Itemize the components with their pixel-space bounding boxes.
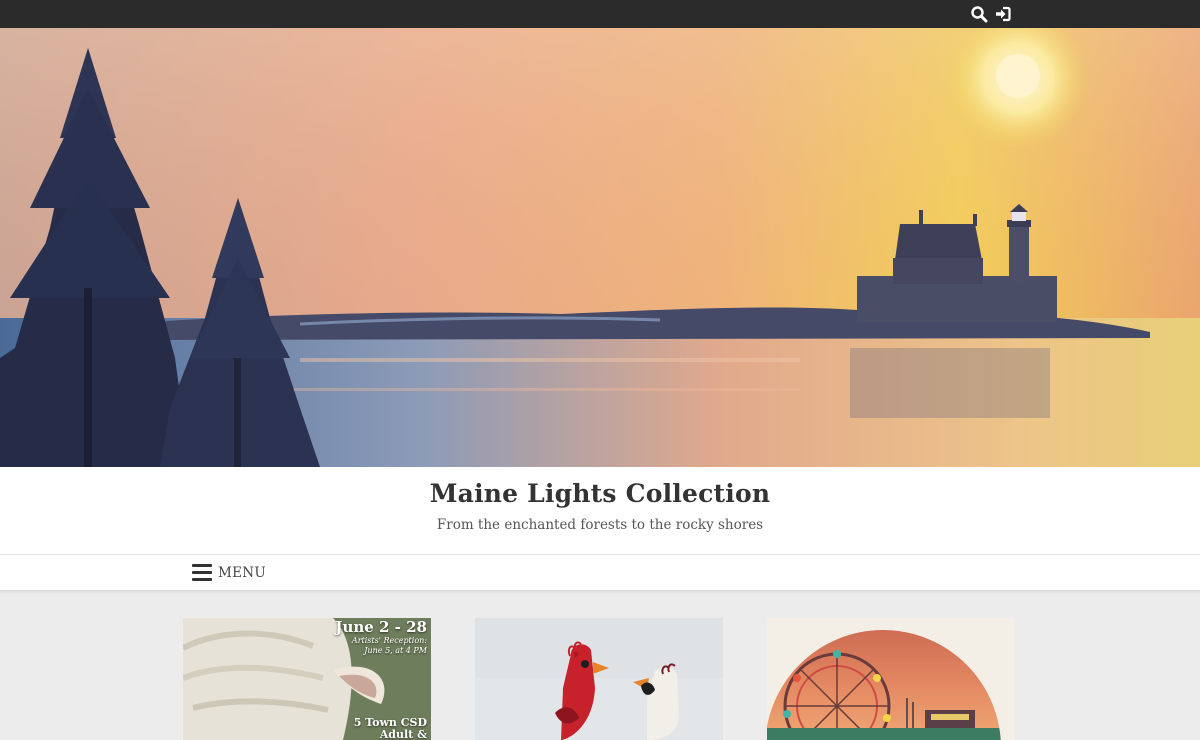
featured-posts: June 2 - 28 Artists' Reception: June 5, … xyxy=(0,618,1200,740)
site-description: From the enchanted forests to the rocky … xyxy=(436,517,764,533)
sign-in-icon[interactable] xyxy=(994,5,1012,23)
header-image[interactable] xyxy=(0,28,1200,467)
poster-show-line-2: Adult & xyxy=(379,728,427,740)
hero-painting xyxy=(0,28,1200,467)
site-branding: Maine Lights Collection From the enchant… xyxy=(0,467,1200,554)
poster-show-title: 5 Town CSD Adult & xyxy=(354,717,427,740)
featured-post-thumbnail-1[interactable]: June 2 - 28 Artists' Reception: June 5, … xyxy=(183,618,431,740)
featured-post-thumbnail-2[interactable] xyxy=(475,618,723,740)
ferris-wheel-image xyxy=(767,618,1015,740)
poster-reception: Artists' Reception: June 5, at 4 PM xyxy=(352,636,427,656)
menu-label: MENU xyxy=(218,564,267,581)
primary-navigation: MENU xyxy=(0,554,1200,591)
featured-post-thumbnail-3[interactable] xyxy=(767,618,1015,740)
hamburger-icon xyxy=(192,564,212,581)
top-bar-icons xyxy=(970,5,1012,23)
menu-toggle-button[interactable]: MENU xyxy=(192,564,266,581)
search-icon[interactable] xyxy=(970,5,988,23)
site-title[interactable]: Maine Lights Collection xyxy=(0,479,1200,508)
poster-reception-line-2: June 5, at 4 PM xyxy=(364,646,427,655)
top-bar xyxy=(0,0,1200,28)
poster-reception-line-1: Artists' Reception: xyxy=(351,636,427,645)
cardinal-figurines-image xyxy=(475,618,723,740)
poster-dates: June 2 - 28 xyxy=(335,618,427,636)
